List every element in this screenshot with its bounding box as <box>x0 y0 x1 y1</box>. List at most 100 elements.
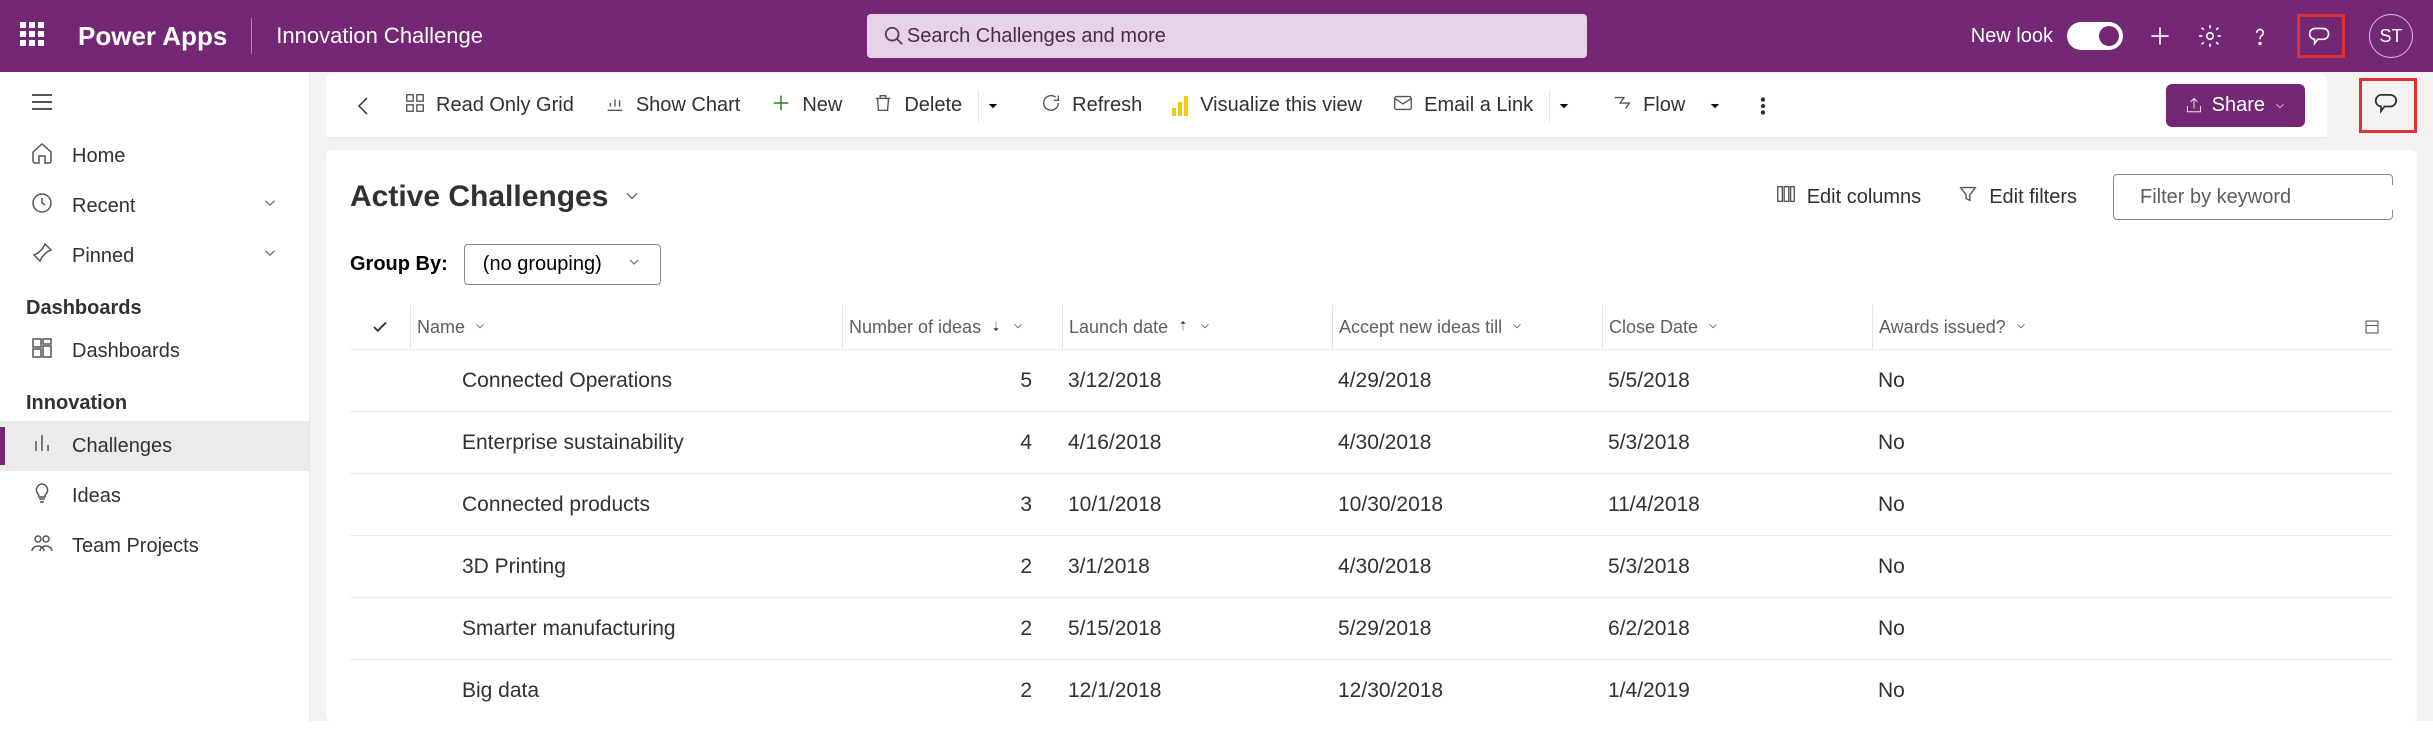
environment-name[interactable]: Innovation Challenge <box>276 23 483 49</box>
show-chart-button[interactable]: Show Chart <box>598 88 747 124</box>
copilot-pane-button[interactable] <box>2359 78 2417 133</box>
cell-launch: 10/1/2018 <box>1062 493 1332 517</box>
keyword-filter[interactable] <box>2113 174 2393 220</box>
cell-num-ideas: 4 <box>842 431 1062 455</box>
column-header-name[interactable]: Name <box>410 305 842 349</box>
cmd-label: New <box>802 94 842 117</box>
cell-name[interactable]: 3D Printing <box>410 555 842 579</box>
column-header-close[interactable]: Close Date <box>1602 305 1872 349</box>
nav-ideas[interactable]: Ideas <box>0 471 309 521</box>
cell-num-ideas: 3 <box>842 493 1062 517</box>
table-row[interactable]: 3D Printing23/1/20184/30/20185/3/2018No <box>350 535 2393 597</box>
cell-close: 5/3/2018 <box>1602 431 1872 455</box>
cmd-label: Read Only Grid <box>436 94 574 117</box>
sort-asc-icon <box>1176 317 1190 338</box>
flow-button[interactable]: Flow <box>1605 88 1691 124</box>
delete-split-caret[interactable] <box>978 90 1006 122</box>
read-only-grid-button[interactable]: Read Only Grid <box>398 88 580 124</box>
app-launcher-icon[interactable] <box>20 22 48 50</box>
edit-filters-button[interactable]: Edit filters <box>1957 183 2077 211</box>
cell-launch: 5/15/2018 <box>1062 617 1332 641</box>
collapse-nav-button[interactable] <box>0 86 309 131</box>
delete-button[interactable]: Delete <box>866 88 968 124</box>
cell-awards: No <box>1872 431 2152 455</box>
new-button[interactable]: New <box>764 88 848 124</box>
nav-home[interactable]: Home <box>0 131 309 181</box>
keyword-filter-input[interactable] <box>2138 185 2407 210</box>
column-chooser[interactable] <box>2152 305 2393 349</box>
user-avatar[interactable]: ST <box>2369 14 2413 58</box>
chevron-down-icon <box>473 317 487 338</box>
cell-close: 1/4/2019 <box>1602 679 1872 703</box>
cell-awards: No <box>1872 617 2152 641</box>
view-selector[interactable]: Active Challenges <box>350 180 642 214</box>
cell-num-ideas: 2 <box>842 617 1062 641</box>
cell-name[interactable]: Connected Operations <box>410 369 842 393</box>
select-all-column[interactable] <box>350 305 410 349</box>
table-row[interactable]: Big data212/1/201812/30/20181/4/2019No <box>350 659 2393 721</box>
cell-name[interactable]: Big data <box>410 679 842 703</box>
lightbulb-icon <box>30 481 54 511</box>
chevron-down-icon <box>626 253 642 276</box>
table-row[interactable]: Connected products310/1/201810/30/201811… <box>350 473 2393 535</box>
clock-icon <box>30 191 54 221</box>
table-row[interactable]: Connected Operations53/12/20184/29/20185… <box>350 349 2393 411</box>
overflow-button[interactable] <box>1747 90 1779 122</box>
column-header-accept[interactable]: Accept new ideas till <box>1332 305 1602 349</box>
cell-launch: 3/1/2018 <box>1062 555 1332 579</box>
cell-launch: 12/1/2018 <box>1062 679 1332 703</box>
table-row[interactable]: Smarter manufacturing25/15/20185/29/2018… <box>350 597 2393 659</box>
copilot-header-button[interactable] <box>2297 14 2345 58</box>
edit-columns-button[interactable]: Edit columns <box>1775 183 1922 211</box>
cell-accept: 4/29/2018 <box>1332 369 1602 393</box>
chevron-down-icon <box>622 180 642 214</box>
cell-name[interactable]: Connected products <box>410 493 842 517</box>
share-button[interactable]: Share <box>2166 84 2305 127</box>
nav-team-projects[interactable]: Team Projects <box>0 521 309 571</box>
cmd-label: Show Chart <box>636 94 741 117</box>
gear-icon[interactable] <box>2197 23 2223 49</box>
cell-close: 5/5/2018 <box>1602 369 1872 393</box>
cmd-label: Email a Link <box>1424 94 1533 117</box>
view-title: Active Challenges <box>350 180 608 214</box>
help-icon[interactable] <box>2247 23 2273 49</box>
new-look-toggle[interactable]: New look <box>1971 22 2123 50</box>
nav-recent[interactable]: Recent <box>0 181 309 231</box>
column-header-awards[interactable]: Awards issued? <box>1872 305 2152 349</box>
email-link-button[interactable]: Email a Link <box>1386 88 1539 124</box>
cmd-label: Delete <box>904 94 962 117</box>
add-icon[interactable] <box>2147 23 2173 49</box>
chevron-down-icon <box>261 244 279 268</box>
col-label: Name <box>417 317 465 338</box>
nav-pinned[interactable]: Pinned <box>0 231 309 281</box>
nav-dashboards[interactable]: Dashboards <box>0 326 309 376</box>
view-panel: Active Challenges Edit columns Edit filt… <box>326 150 2417 721</box>
table-row[interactable]: Enterprise sustainability44/16/20184/30/… <box>350 411 2393 473</box>
column-header-number-ideas[interactable]: Number of ideas <box>842 305 1062 349</box>
back-button[interactable] <box>348 90 380 122</box>
nav-challenges[interactable]: Challenges <box>0 421 309 471</box>
toggle-switch-icon[interactable] <box>2067 22 2123 50</box>
pin-icon <box>30 241 54 271</box>
cell-name[interactable]: Enterprise sustainability <box>410 431 842 455</box>
nav-label: Team Projects <box>72 535 199 558</box>
col-label: Close Date <box>1609 317 1698 338</box>
visualize-button[interactable]: Visualize this view <box>1166 90 1368 121</box>
nav-group-dashboards: Dashboards <box>0 281 309 326</box>
divider <box>251 18 252 54</box>
flow-split-caret[interactable] <box>1701 90 1729 122</box>
column-header-launch[interactable]: Launch date <box>1062 305 1332 349</box>
cell-name[interactable]: Smarter manufacturing <box>410 617 842 641</box>
global-search[interactable] <box>867 14 1587 58</box>
group-by-select[interactable]: (no grouping) <box>464 244 661 285</box>
refresh-button[interactable]: Refresh <box>1034 88 1148 124</box>
global-search-input[interactable] <box>905 24 1571 49</box>
cell-launch: 3/12/2018 <box>1062 369 1332 393</box>
email-split-caret[interactable] <box>1549 90 1577 122</box>
cell-awards: No <box>1872 555 2152 579</box>
dashboard-icon <box>30 336 54 366</box>
nav-label: Dashboards <box>72 340 180 363</box>
col-label: Accept new ideas till <box>1339 317 1502 338</box>
cmd-label: Flow <box>1643 94 1685 117</box>
copilot-icon <box>2308 23 2334 49</box>
